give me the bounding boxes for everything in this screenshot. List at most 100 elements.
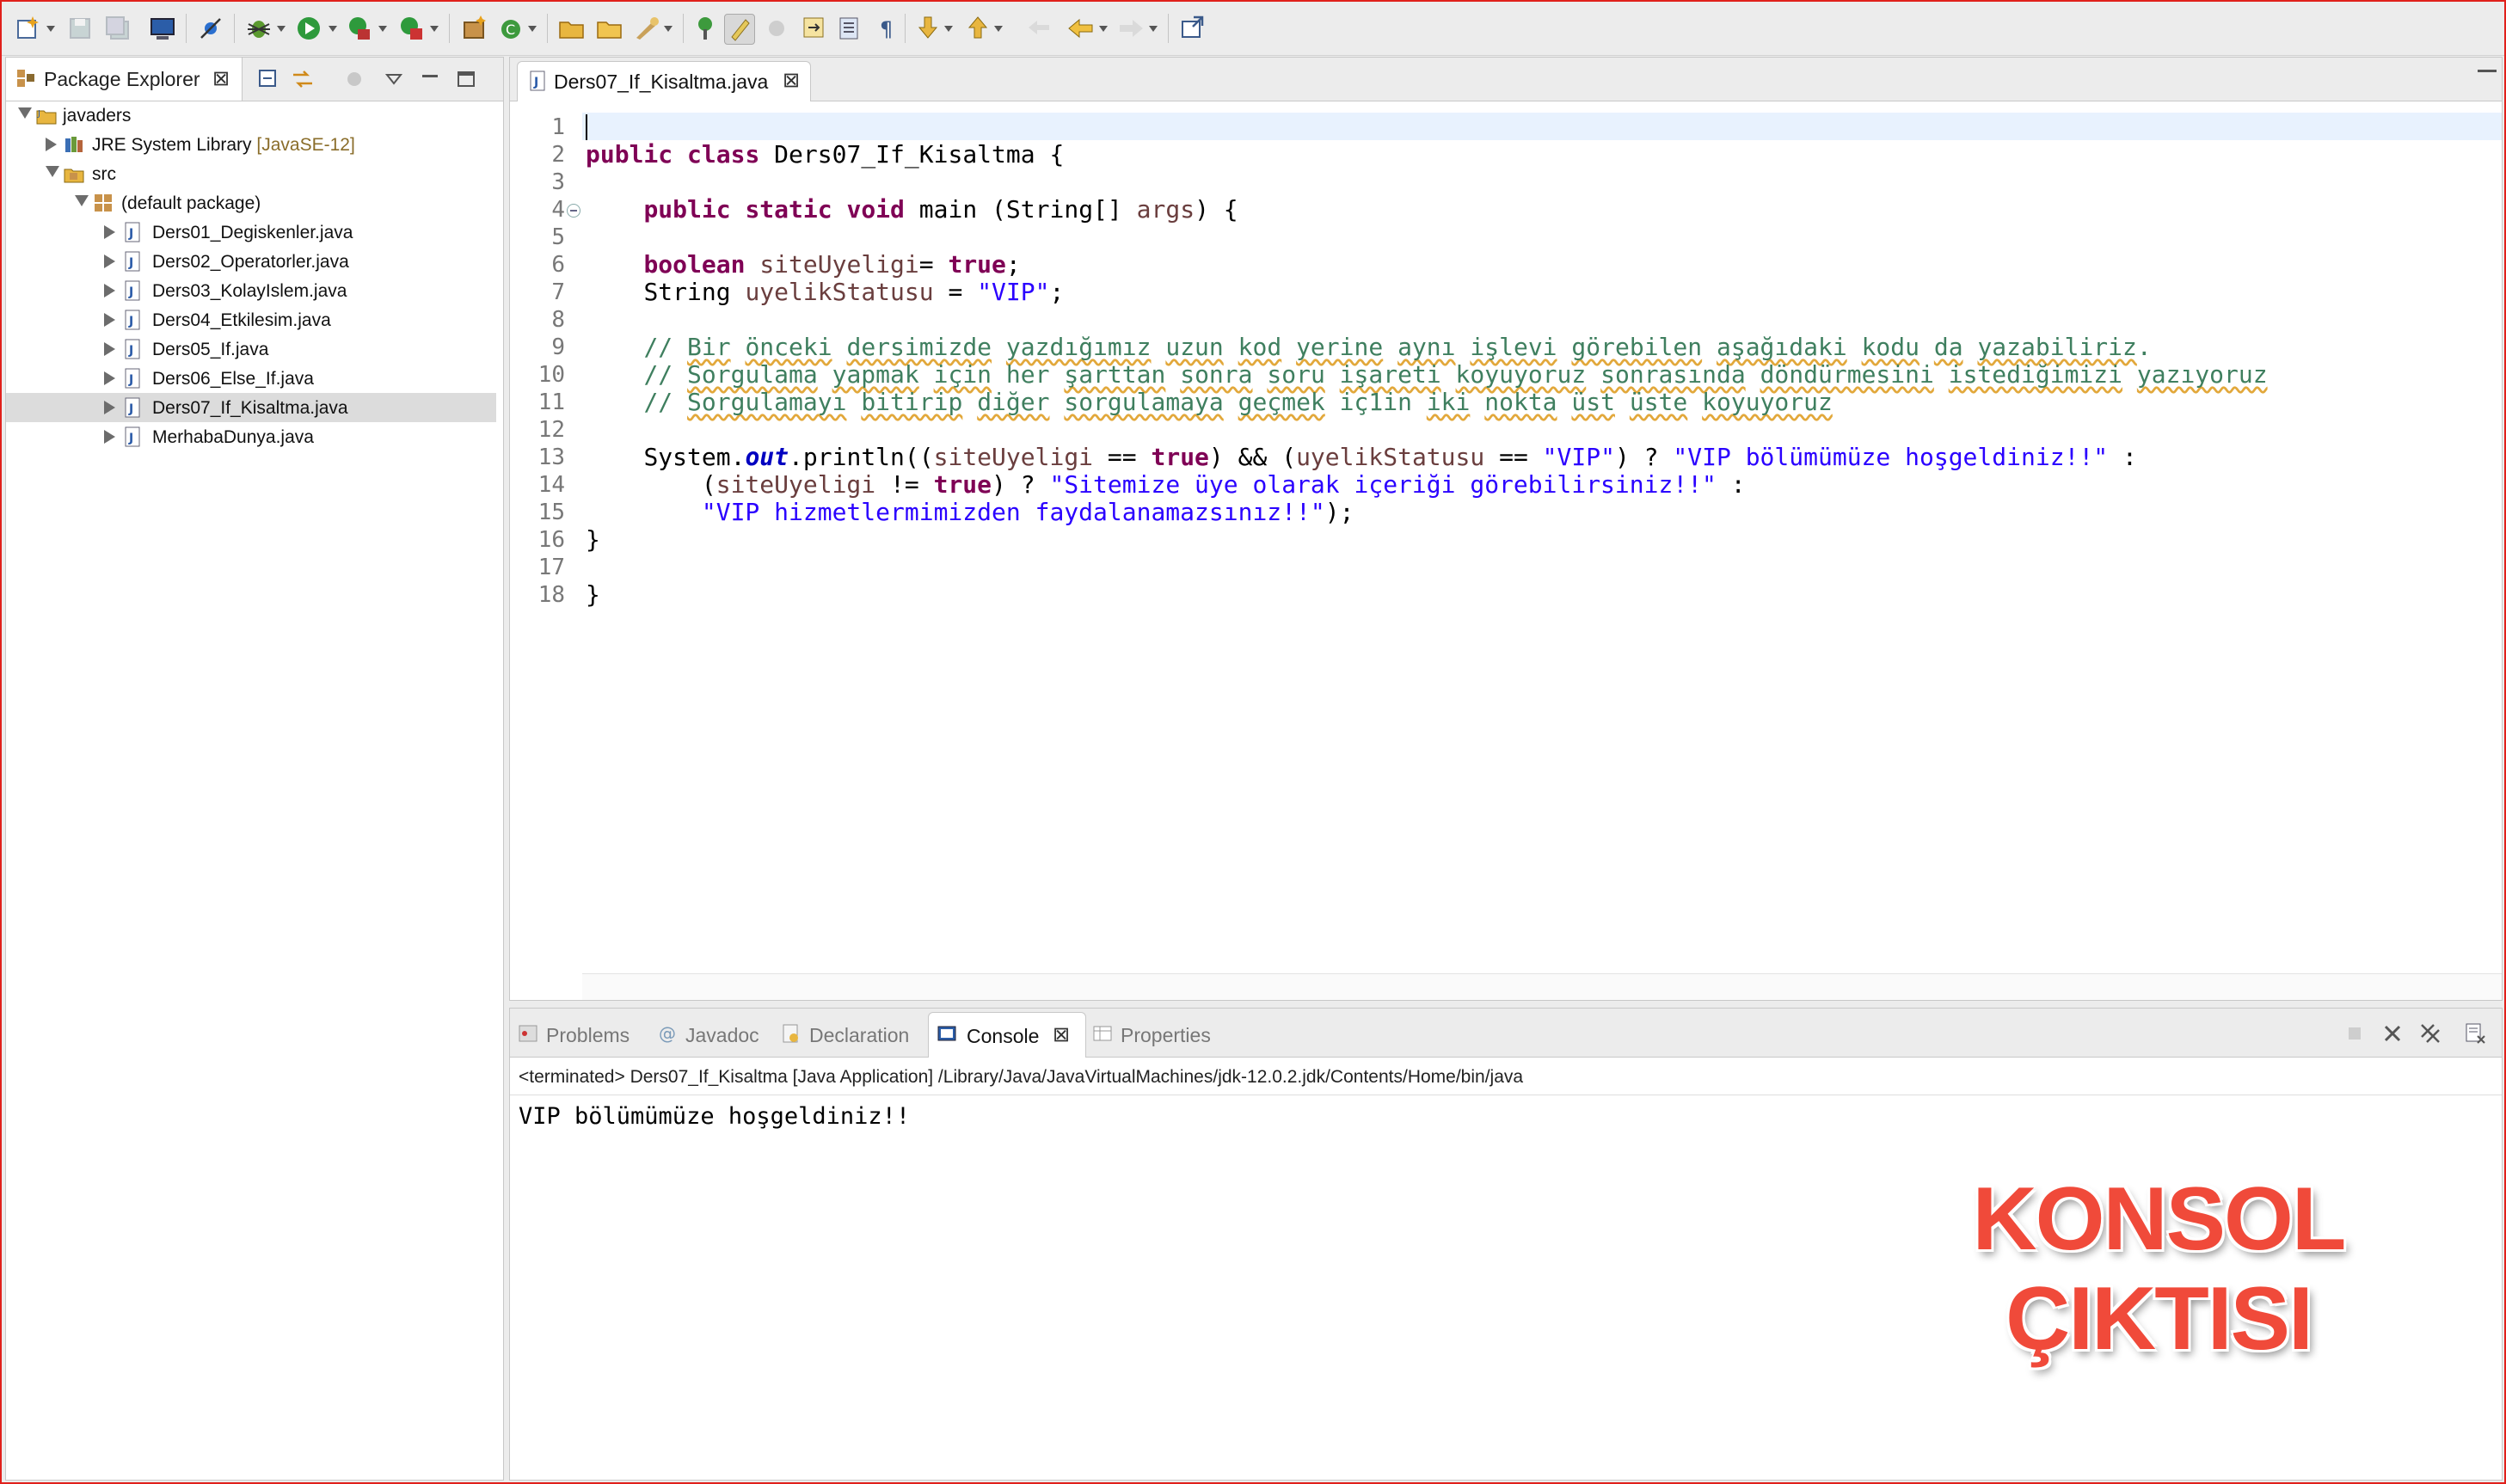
close-icon[interactable]: ⊠ [783, 71, 800, 91]
tree-item-java-file[interactable]: J Ders01_Degiskenler.java [6, 218, 496, 247]
show-whitespace-icon[interactable] [800, 14, 829, 43]
editor-tabbar: J Ders07_If_Kisaltma.java ⊠ [510, 58, 2502, 101]
maximize-icon[interactable] [2478, 70, 2497, 77]
external-tools-icon[interactable] [397, 14, 427, 43]
tab-javadoc[interactable]: @ Javadoc [656, 1017, 777, 1052]
tree-label: Ders03_KolayIslem.java [152, 281, 347, 301]
annotation-line-1: KONSOL [1972, 1169, 2347, 1269]
java-project-icon: J [35, 104, 58, 126]
open-resource-icon[interactable] [595, 14, 624, 43]
line-number: 14 [537, 472, 565, 498]
tree-label: javaders [63, 106, 132, 126]
new-wizard-icon[interactable] [14, 14, 43, 43]
java-file-icon: J [121, 250, 144, 273]
java-file-icon: J [121, 338, 144, 360]
tree-item-java-file[interactable]: J Ders02_Operatorler.java [6, 247, 496, 276]
terminal-icon[interactable] [148, 14, 177, 43]
code-line-10-comment: // Sorgulama yapmak için her şarttan son… [643, 360, 2268, 389]
collapse-all-icon[interactable] [255, 66, 281, 92]
package-explorer-view: Package Explorer ⊠ J javaders JRE System… [5, 57, 504, 1481]
close-icon[interactable]: ⊠ [1053, 1025, 1070, 1046]
svg-text:J: J [128, 315, 133, 328]
annotation-overlay: KONSOL ÇIKTISI [1935, 1169, 2382, 1369]
fold-toggle-icon[interactable] [567, 204, 580, 218]
terminate-icon[interactable] [2342, 1021, 2368, 1046]
focus-icon[interactable] [341, 66, 367, 92]
pin-editor-icon[interactable] [1178, 14, 1207, 43]
last-edit-icon[interactable] [1025, 14, 1054, 43]
close-icon[interactable]: ⊠ [212, 69, 230, 89]
forward-icon[interactable] [1116, 14, 1146, 43]
pilcrow-icon[interactable]: ¶ [872, 14, 901, 43]
tree-item-java-file-selected[interactable]: J Ders07_If_Kisaltma.java [6, 393, 496, 422]
problems-icon [517, 1022, 539, 1045]
word-wrap-icon[interactable] [834, 14, 863, 43]
tab-package-explorer[interactable]: Package Explorer ⊠ [6, 58, 243, 101]
tree-item-project[interactable]: J javaders [6, 101, 496, 130]
line-number: 13 [537, 445, 565, 470]
save-all-icon[interactable] [103, 14, 132, 43]
horizontal-scrollbar[interactable] [582, 973, 2502, 1000]
view-menu-icon[interactable] [381, 66, 407, 92]
line-number: 1 [551, 114, 565, 140]
line-number: 4 [551, 197, 565, 223]
tree-item-jre-library[interactable]: JRE System Library [JavaSE-12] [6, 130, 496, 159]
mark-occurrences-icon[interactable] [724, 14, 755, 45]
tab-ders07-if-kisaltma[interactable]: J Ders07_If_Kisaltma.java ⊠ [517, 61, 811, 101]
clear-console-icon[interactable] [2462, 1021, 2488, 1046]
tree-item-java-file[interactable]: J MerhabaDunya.java [6, 422, 496, 451]
tree-item-default-package[interactable]: (default package) [6, 188, 496, 218]
coverage-icon[interactable] [346, 14, 375, 43]
search-icon[interactable] [633, 14, 662, 43]
tree-item-src[interactable]: src [6, 159, 496, 188]
toggle-breadcrumb-icon[interactable] [693, 14, 722, 43]
current-line-highlight [582, 113, 2502, 140]
tree-item-java-file[interactable]: J Ders06_Else_If.java [6, 364, 496, 393]
tab-console[interactable]: Console ⊠ [928, 1012, 1086, 1058]
java-file-icon: J [121, 221, 144, 243]
line-number: 16 [537, 527, 565, 553]
line-number: 11 [537, 389, 565, 415]
run-icon[interactable] [294, 14, 323, 43]
back-icon[interactable] [1066, 14, 1096, 43]
prev-annotation-icon[interactable] [963, 14, 992, 43]
debug-icon[interactable] [244, 14, 273, 43]
new-java-class-icon[interactable]: C [497, 14, 526, 43]
tree-item-java-file[interactable]: J Ders03_KolayIslem.java [6, 276, 496, 305]
remove-all-terminated-icon[interactable] [2417, 1021, 2443, 1046]
line-number: 6 [551, 252, 565, 278]
new-java-package-icon[interactable] [459, 14, 488, 43]
maximize-icon[interactable] [453, 66, 479, 92]
code-line-15: "VIP hizmetlermimizden faydalanamazsınız… [701, 498, 1354, 526]
tree-item-java-file[interactable]: J Ders04_Etkilesim.java [6, 305, 496, 334]
save-icon[interactable] [65, 14, 95, 43]
tree-item-java-file[interactable]: J Ders05_If.java [6, 334, 496, 364]
annotation-line-2: ÇIKTISI [2005, 1269, 2313, 1369]
skip-breakpoints-icon[interactable] [196, 14, 225, 43]
open-type-icon[interactable] [557, 14, 587, 43]
tree-label: MerhabaDunya.java [152, 427, 314, 447]
svg-text:J: J [128, 373, 133, 387]
tree-label: Ders01_Degiskenler.java [152, 223, 353, 242]
tree-label: Ders07_If_Kisaltma.java [152, 398, 348, 418]
package-explorer-tabbar: Package Explorer ⊠ [6, 58, 503, 101]
text-cursor [586, 114, 587, 140]
console-output[interactable]: VIP bölümümüze hoşgeldiniz!! [519, 1103, 910, 1130]
library-icon [63, 133, 85, 156]
next-annotation-icon[interactable] [913, 14, 943, 43]
minimize-icon[interactable] [417, 66, 443, 92]
code-area[interactable]: 1 2 3 4 5 6 7 8 9 10 11 12 13 14 15 16 1… [510, 102, 2502, 962]
package-icon [92, 192, 114, 214]
java-file-icon: J [121, 367, 144, 389]
link-with-editor-icon[interactable] [290, 66, 316, 92]
code-line-14: (siteUyeligi != true) ? "Sitemize üye ol… [701, 470, 1746, 499]
tab-declaration[interactable]: Declaration [780, 1017, 926, 1052]
code-line-4: public static void main (String[] args) … [643, 195, 1238, 224]
tab-properties[interactable]: Properties [1091, 1017, 1229, 1052]
package-explorer-icon [15, 67, 37, 89]
remove-launch-icon[interactable] [2380, 1021, 2405, 1046]
svg-text:J: J [533, 76, 538, 89]
java-file-icon: J [121, 426, 144, 448]
tab-problems[interactable]: Problems [517, 1017, 646, 1052]
block-selection-icon[interactable] [762, 14, 791, 43]
